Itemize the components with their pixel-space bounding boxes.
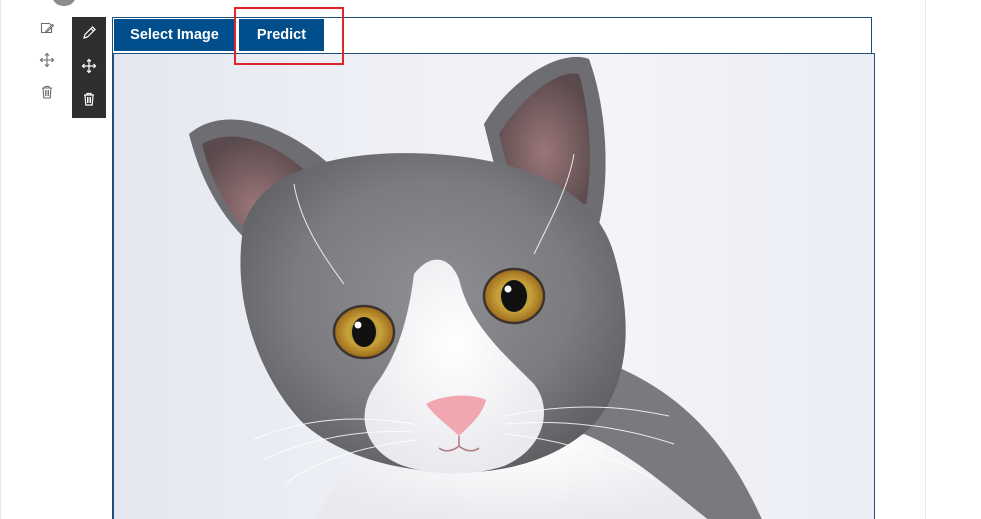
image-preview <box>113 53 875 519</box>
page-canvas: Select Image Predict <box>0 0 981 519</box>
page-left-border <box>0 0 1 519</box>
move-icon <box>81 58 97 79</box>
cat-photo <box>189 56 762 519</box>
select-image-button[interactable]: Select Image <box>114 19 235 51</box>
webpart-toolbar <box>72 17 106 118</box>
section-edit-button[interactable] <box>36 14 58 46</box>
edit-icon <box>39 20 55 41</box>
section-move-button[interactable] <box>36 46 58 78</box>
webpart-edit-button[interactable] <box>72 19 106 52</box>
move-icon <box>39 52 55 73</box>
add-section-handle[interactable] <box>53 0 75 6</box>
predict-button[interactable]: Predict <box>239 19 324 51</box>
trash-icon <box>39 84 55 105</box>
section-delete-button[interactable] <box>36 78 58 110</box>
canvas-right-border <box>925 0 926 519</box>
section-toolbar <box>36 14 58 110</box>
trash-icon <box>81 91 97 112</box>
webpart-move-button[interactable] <box>72 52 106 85</box>
pencil-icon <box>81 25 97 46</box>
webpart-delete-button[interactable] <box>72 85 106 118</box>
